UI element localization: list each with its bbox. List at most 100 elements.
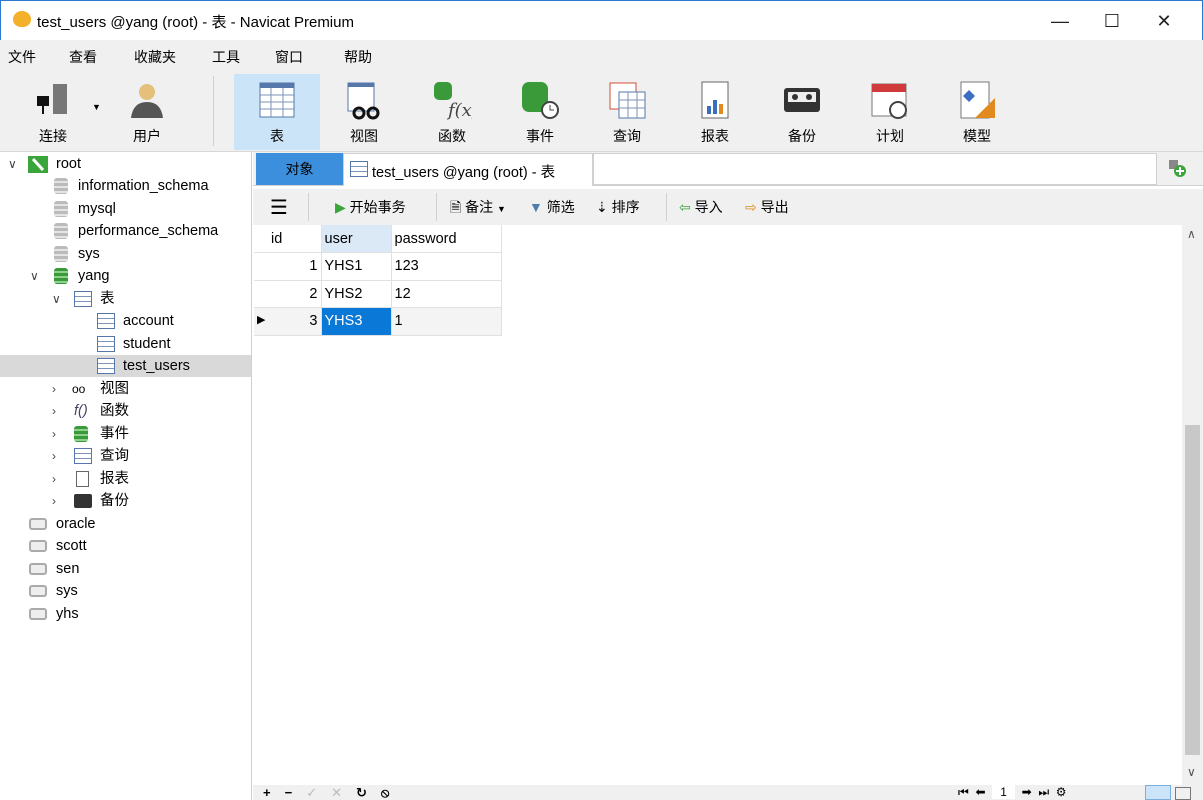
tree-label: account [123, 313, 174, 329]
cell-id[interactable]: ▶ 3 [254, 307, 322, 336]
menu-file[interactable]: 文件 [8, 47, 36, 67]
stop-icon[interactable]: ⦸ [381, 785, 403, 800]
tree-item-yang[interactable]: ∨ yang [0, 265, 252, 287]
tree-item-events[interactable]: › 事件 [0, 423, 252, 445]
tree-item-connection[interactable]: yhs [0, 603, 252, 625]
maximize-button[interactable]: ☐ [1089, 7, 1135, 35]
database-open-icon [54, 268, 68, 284]
cell-user-selected[interactable]: YHS3 [321, 307, 392, 336]
column-header-password[interactable]: password [391, 225, 502, 253]
last-page-icon[interactable]: ⏭ [1038, 785, 1049, 799]
import-icon: ⇦ [679, 199, 691, 215]
close-button[interactable]: ✕ [1141, 7, 1187, 35]
toolbar-function-button[interactable]: f(x) 函数 [409, 74, 495, 150]
menu-hamburger-icon[interactable]: ☰ [270, 195, 288, 220]
toolbar-event-button[interactable]: 事件 [497, 74, 583, 150]
menu-help[interactable]: 帮助 [344, 47, 372, 67]
refresh-icon[interactable]: ↻ [356, 785, 381, 800]
tree-item-database[interactable]: mysql [0, 198, 252, 220]
menu-view[interactable]: 查看 [69, 47, 97, 67]
cell-id[interactable]: 2 [254, 280, 322, 308]
filter-button[interactable]: ▼ 筛选 [529, 197, 575, 217]
scroll-up-icon[interactable]: ∧ [1187, 227, 1196, 241]
tree-item-table[interactable]: student [0, 333, 252, 355]
column-header-id[interactable]: id [254, 225, 322, 253]
tree-item-table-selected[interactable]: test_users [0, 355, 251, 377]
tree-item-database[interactable]: information_schema [0, 175, 252, 197]
tree-item-backups[interactable]: › 备份 [0, 490, 252, 512]
tree-item-queries[interactable]: › 查询 [0, 445, 252, 467]
toolbar-schedule-button[interactable]: 计划 [847, 74, 933, 150]
table-icon [259, 82, 295, 118]
cell-password[interactable]: 123 [391, 252, 502, 281]
delete-record-icon[interactable]: − [285, 785, 307, 800]
cell-password[interactable]: 1 [391, 307, 502, 336]
tree-item-connection[interactable]: sys [0, 580, 252, 602]
tree-label: performance_schema [78, 223, 219, 239]
toolbar-connection-button[interactable]: ▼ 连接 [10, 74, 101, 150]
toolbar-backup-button[interactable]: 备份 [759, 74, 845, 150]
table-row-current[interactable]: ▶ 3 YHS3 1 [254, 307, 502, 336]
tree-item-connection[interactable]: sen [0, 558, 252, 580]
column-header-user[interactable]: user [321, 225, 392, 253]
comment-button[interactable]: 🗎 备注 ▼ [450, 197, 506, 221]
scrollbar-thumb[interactable] [1185, 425, 1200, 755]
menu-favorites[interactable]: 收藏夹 [134, 47, 176, 67]
form-view-icon[interactable] [1175, 787, 1191, 800]
tree-item-tables[interactable]: ∨ 表 [0, 288, 252, 310]
tree-item-table[interactable]: account [0, 310, 252, 332]
toolbar-user-button[interactable]: 用户 [104, 74, 190, 150]
cell-password[interactable]: 12 [391, 280, 502, 308]
cell-id[interactable]: 1 [254, 252, 322, 281]
table-row[interactable]: 1 YHS1 123 [254, 252, 502, 281]
tree-item-connection[interactable]: oracle [0, 513, 252, 535]
table-icon [97, 358, 115, 374]
tab-objects[interactable]: 对象 [256, 153, 343, 185]
sort-button[interactable]: ⇣ 排序 [596, 197, 640, 217]
import-button[interactable]: ⇦ 导入 [679, 197, 723, 217]
new-tab-icon[interactable] [1167, 158, 1187, 178]
table-row[interactable]: 2 YHS2 12 [254, 280, 502, 308]
user-icon [131, 84, 163, 118]
export-button[interactable]: ⇨ 导出 [745, 197, 789, 217]
cell-user[interactable]: YHS2 [321, 280, 392, 308]
window-title: test_users @yang (root) - 表 - Navicat Pr… [37, 14, 354, 31]
tree-item-views[interactable]: › oo 视图 [0, 378, 252, 400]
document-icon: 🗎 [450, 199, 462, 215]
toolbar-table-button[interactable]: 表 [234, 74, 320, 150]
tree-label: oracle [56, 516, 96, 532]
apply-icon[interactable]: ✓ [306, 785, 331, 800]
page-number-input[interactable]: 1 [992, 785, 1015, 799]
toolbar-query-button[interactable]: 查询 [584, 74, 670, 150]
menu-tools[interactable]: 工具 [212, 47, 240, 67]
settings-gear-icon[interactable]: ⚙ [1056, 785, 1067, 799]
add-record-icon[interactable]: + [263, 785, 285, 800]
grid-view-icon[interactable] [1145, 785, 1171, 800]
prev-page-icon[interactable]: ⬅ [975, 785, 985, 799]
tab-label: test_users @yang (root) - 表 [372, 165, 556, 181]
tree-item-connection[interactable]: scott [0, 535, 252, 557]
cell-user[interactable]: YHS1 [321, 252, 392, 281]
navicat-logo-icon [13, 11, 31, 27]
first-page-icon[interactable]: ⏮ [958, 785, 969, 799]
button-label: 筛选 [546, 199, 575, 215]
tree-item-root[interactable]: ∨ root [0, 153, 252, 175]
tree-item-database[interactable]: sys [0, 243, 252, 265]
scroll-down-icon[interactable]: ∨ [1187, 765, 1196, 779]
menu-window[interactable]: 窗口 [275, 47, 303, 67]
toolbar-model-button[interactable]: 模型 [934, 74, 1020, 150]
discard-icon[interactable]: ✕ [331, 785, 356, 800]
mysql-connection-icon [28, 156, 48, 173]
begin-transaction-button[interactable]: ▶ 开始事务 [335, 197, 406, 217]
tree-item-reports[interactable]: › 报表 [0, 468, 252, 490]
report-icon [76, 471, 89, 487]
vertical-scrollbar[interactable]: ∧ ∨ [1182, 225, 1203, 785]
tree-item-database[interactable]: performance_schema [0, 220, 252, 242]
minimize-button[interactable]: — [1037, 7, 1083, 35]
tree-label: 函数 [100, 403, 129, 419]
next-page-icon[interactable]: ➡ [1022, 785, 1032, 799]
tab-test-users[interactable]: test_users @yang (root) - 表 [343, 153, 593, 186]
toolbar-report-button[interactable]: 报表 [672, 74, 758, 150]
toolbar-view-button[interactable]: 视图 [321, 74, 407, 150]
tree-item-functions[interactable]: › f() 函数 [0, 400, 252, 422]
